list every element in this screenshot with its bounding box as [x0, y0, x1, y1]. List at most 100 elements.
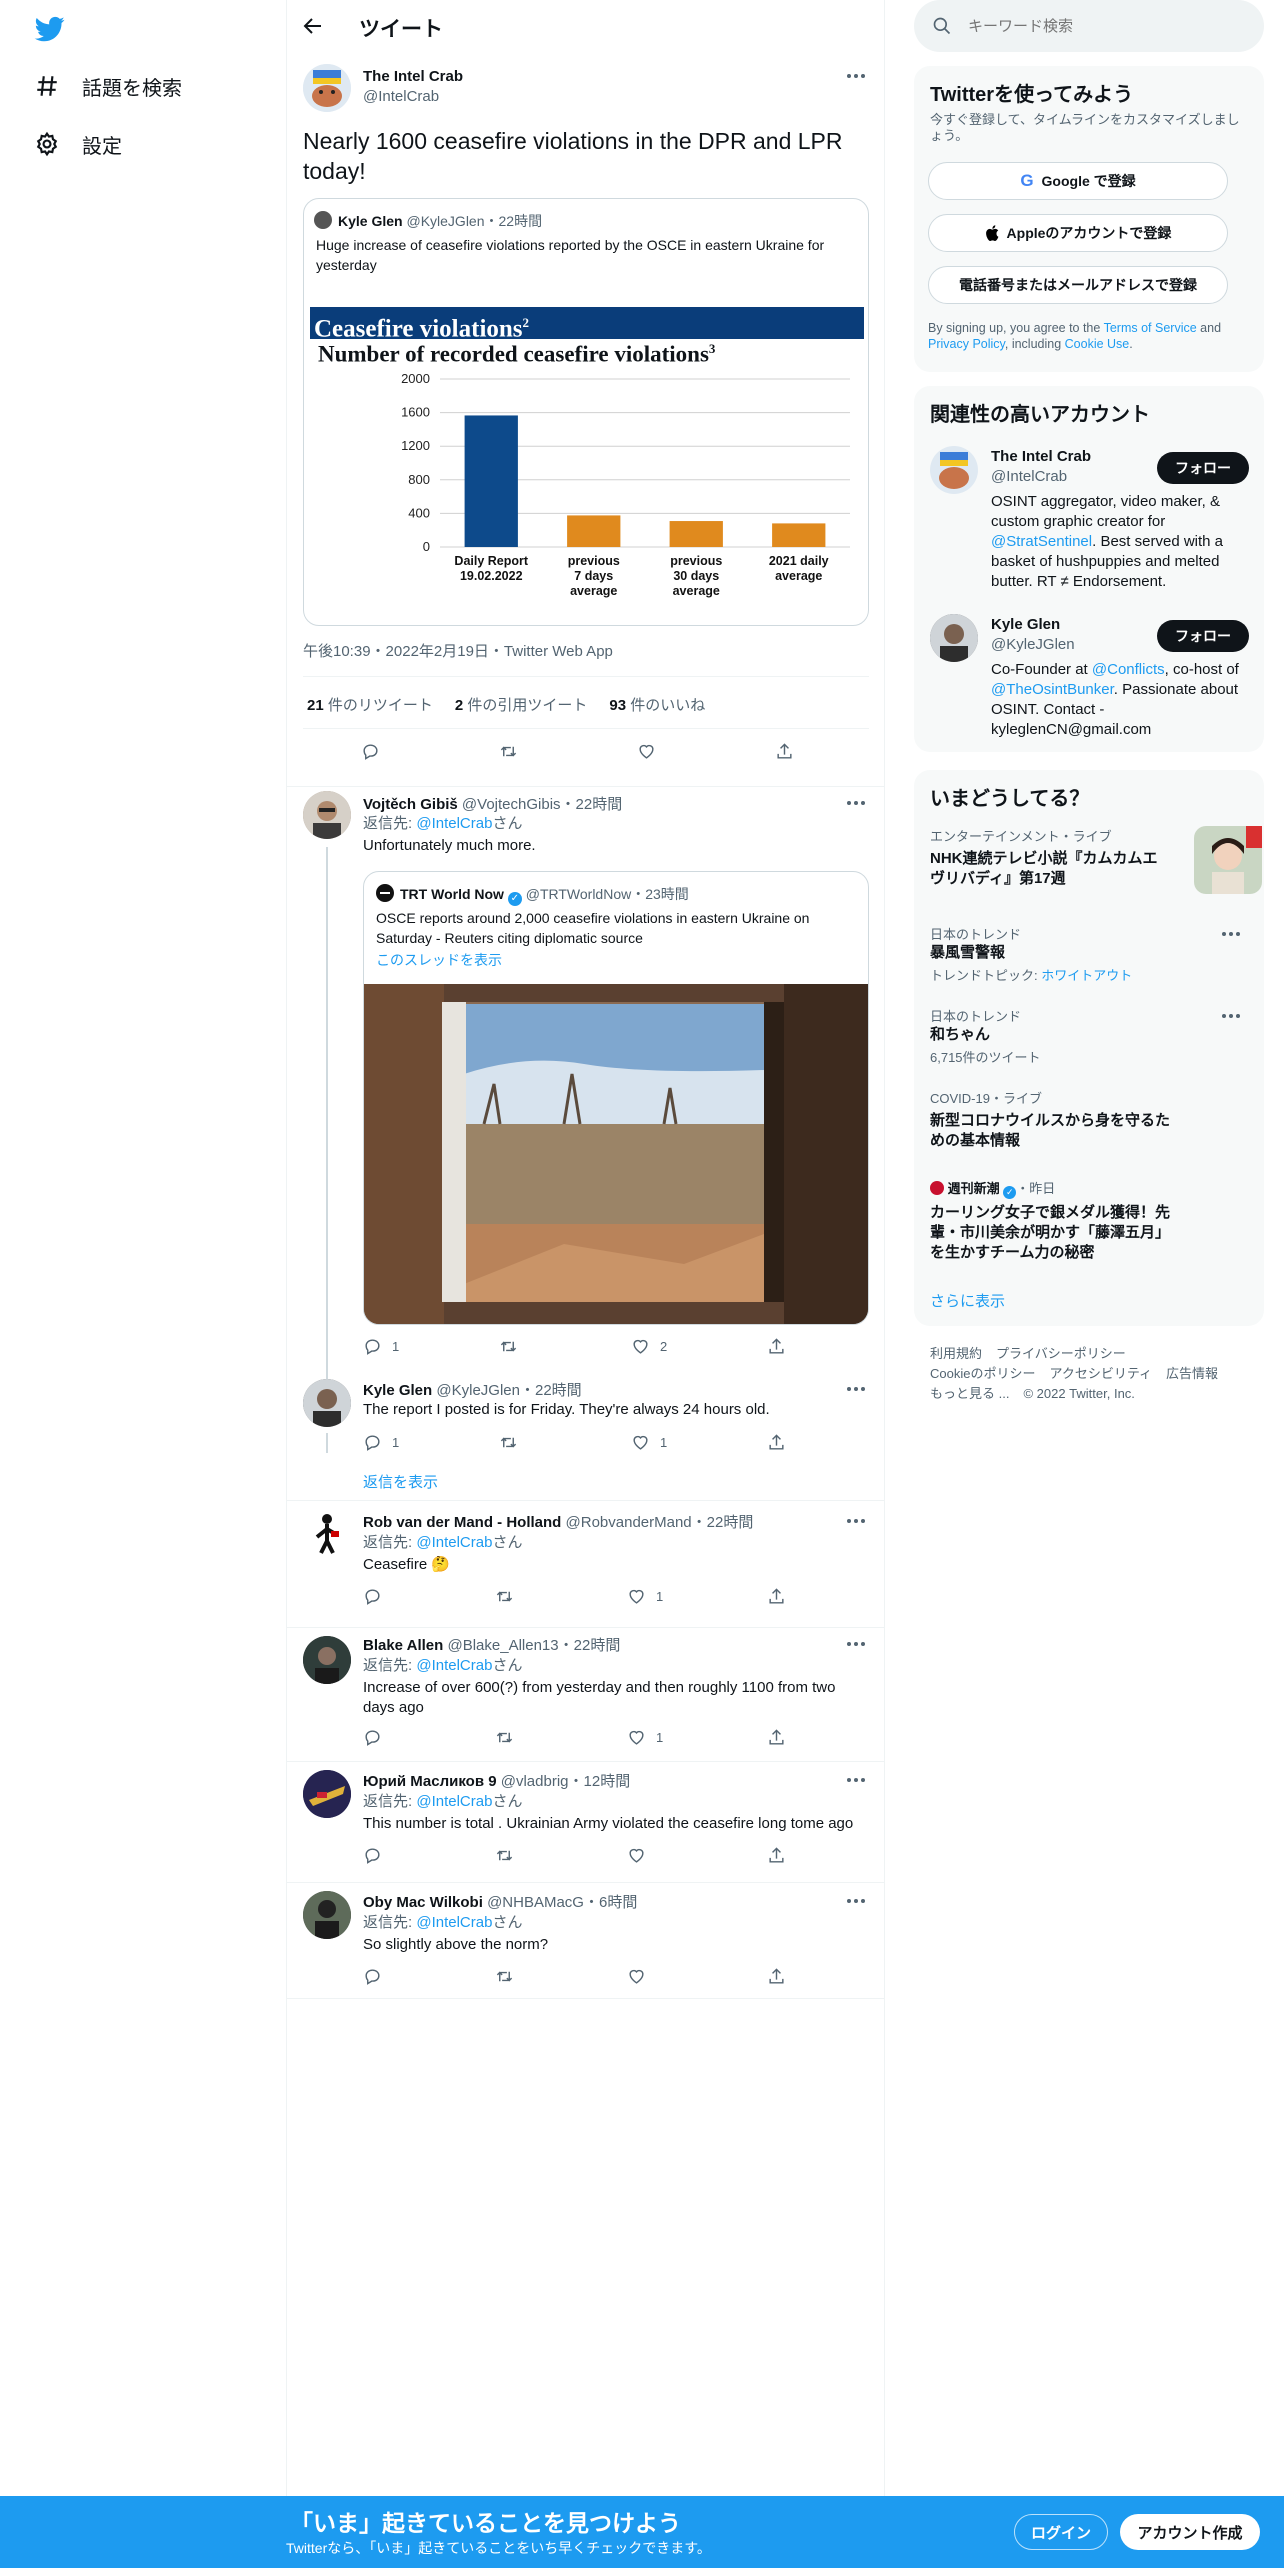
retweet-button[interactable]	[495, 1587, 524, 1606]
reply-button[interactable]	[361, 742, 380, 761]
like-button[interactable]: 1	[627, 1728, 663, 1747]
more-options-icon[interactable]	[847, 1519, 869, 1525]
avatar[interactable]	[303, 1891, 351, 1939]
more-options-icon[interactable]	[847, 74, 869, 80]
share-button[interactable]	[775, 742, 794, 761]
reply[interactable]: Oby Mac Wilkobi @NHBAMacG・6時間 返信先: @Inte…	[287, 1883, 884, 1999]
search-box[interactable]	[914, 0, 1264, 52]
embedded-tweet[interactable]: TRT World Now ✓ @TRTWorldNow・23時間 OSCE r…	[363, 871, 869, 1325]
author-name[interactable]: The Intel Crab	[363, 68, 463, 85]
share-button[interactable]	[767, 1587, 786, 1606]
avatar[interactable]	[930, 614, 978, 662]
reply[interactable]: Blake Allen @Blake_Allen13・22時間 返信先: @In…	[287, 1628, 884, 1762]
reply-author[interactable]: Kyle Glen @KyleJGlen・22時間	[363, 1379, 582, 1400]
more-options-icon[interactable]	[847, 1899, 869, 1905]
share-button[interactable]	[767, 1728, 786, 1747]
search-input[interactable]	[968, 14, 1248, 38]
trend-item[interactable]: エンターテインメント・ライブ NHK連続テレビ小説『カムカムエヴリバディ』第17…	[930, 826, 1262, 894]
retweet-button[interactable]	[499, 1433, 528, 1452]
reply-button[interactable]: 1	[363, 1337, 399, 1356]
mention-link[interactable]: @Conflicts	[1092, 661, 1165, 678]
more-options-icon[interactable]	[1222, 1014, 1244, 1020]
retweet-button[interactable]	[495, 1846, 524, 1865]
account-name[interactable]: Kyle Glen	[991, 616, 1060, 633]
nav-explore[interactable]: 話題を検索	[34, 66, 182, 106]
like-button[interactable]	[627, 1967, 656, 1986]
footer-link[interactable]: プライバシーポリシー	[996, 1346, 1126, 1361]
quoted-tweet[interactable]: Kyle Glen @KyleJGlen・22時間 Huge increase …	[303, 198, 869, 626]
share-button[interactable]	[767, 1337, 786, 1356]
share-button[interactable]	[767, 1433, 786, 1452]
avatar[interactable]	[303, 1379, 351, 1427]
follow-button[interactable]: フォロー	[1157, 620, 1249, 652]
nav-settings[interactable]: 設定	[34, 124, 122, 164]
footer-more[interactable]: もっと見る ...	[930, 1386, 1009, 1401]
quotes-stat[interactable]: 2 件の引用ツイート	[455, 694, 588, 715]
likes-stat[interactable]: 93 件のいいね	[609, 694, 705, 715]
mention-link[interactable]: @IntelCrab	[416, 1534, 492, 1551]
avatar[interactable]	[303, 791, 351, 839]
trend-item[interactable]: 日本のトレンド 和ちゃん 6,715件のツイート	[930, 1006, 1248, 1066]
login-button[interactable]: ログイン	[1014, 2514, 1108, 2550]
tos-link[interactable]: Terms of Service	[1104, 321, 1197, 335]
show-thread-link[interactable]: このスレッドを表示	[376, 950, 502, 970]
google-signup-button[interactable]: G Google で登録	[928, 162, 1228, 200]
more-options-icon[interactable]	[847, 1778, 869, 1784]
more-options-icon[interactable]	[847, 801, 869, 807]
trend-item[interactable]: 日本のトレンド 暴風雪警報 トレンドトピック: ホワイトアウト	[930, 924, 1248, 984]
reply-author[interactable]: Blake Allen @Blake_Allen13・22時間	[363, 1634, 620, 1655]
mention-link[interactable]: @IntelCrab	[416, 1914, 492, 1931]
reply-button[interactable]: 1	[363, 1433, 399, 1452]
reply-author[interactable]: Юрий Масликов 9 @vladbrig・12時間	[363, 1770, 630, 1791]
footer-link[interactable]: Cookieのポリシー	[930, 1366, 1035, 1381]
reply-button[interactable]	[363, 1587, 392, 1606]
more-options-icon[interactable]	[847, 1387, 869, 1393]
retweet-button[interactable]	[499, 742, 518, 761]
avatar[interactable]	[303, 64, 351, 112]
reply-author[interactable]: Vojtěch Gibiš @VojtechGibis・22時間	[363, 793, 622, 814]
like-button[interactable]: 1	[627, 1587, 663, 1606]
reply[interactable]: Юрий Масликов 9 @vladbrig・12時間 返信先: @Int…	[287, 1762, 884, 1883]
avatar[interactable]	[930, 446, 978, 494]
privacy-link[interactable]: Privacy Policy	[928, 337, 1005, 351]
retweet-button[interactable]	[499, 1337, 528, 1356]
phone-email-signup-button[interactable]: 電話番号またはメールアドレスで登録	[928, 266, 1228, 304]
follow-button[interactable]: フォロー	[1157, 452, 1249, 484]
account-handle[interactable]: @KyleJGlen	[991, 636, 1075, 653]
avatar[interactable]	[303, 1636, 351, 1684]
trend-item[interactable]: COVID-19・ライブ 新型コロナウイルスから身を守るための基本情報	[930, 1088, 1248, 1151]
like-button[interactable]	[627, 1846, 656, 1865]
retweet-button[interactable]	[495, 1967, 524, 1986]
reply-button[interactable]	[363, 1967, 392, 1986]
signup-button[interactable]: アカウント作成	[1120, 2514, 1260, 2550]
footer-link[interactable]: 広告情報	[1166, 1366, 1218, 1381]
like-button[interactable]	[637, 742, 656, 761]
avatar[interactable]	[303, 1770, 351, 1818]
mention-link[interactable]: @IntelCrab	[416, 815, 492, 832]
mention-link[interactable]: @IntelCrab	[416, 1657, 492, 1674]
apple-signup-button[interactable]: Appleのアカウントで登録	[928, 214, 1228, 252]
reply-button[interactable]	[363, 1846, 392, 1865]
trend-item[interactable]: 週刊新潮 ✓ ・昨日 カーリング女子で銀メダル獲得！先輩・市川美余が明かす「藤澤五…	[930, 1178, 1248, 1263]
reply-author[interactable]: Oby Mac Wilkobi @NHBAMacG・6時間	[363, 1891, 637, 1912]
reply[interactable]: Rob van der Mand - Holland @RobvanderMan…	[287, 1501, 884, 1628]
author-handle[interactable]: @IntelCrab	[363, 88, 439, 105]
account-name[interactable]: The Intel Crab	[991, 448, 1091, 465]
show-more-link[interactable]: さらに表示	[930, 1290, 1005, 1311]
back-arrow-icon[interactable]	[301, 14, 325, 38]
retweet-button[interactable]	[495, 1728, 524, 1747]
account-handle[interactable]: @IntelCrab	[991, 468, 1067, 485]
cookie-link[interactable]: Cookie Use	[1065, 337, 1130, 351]
like-button[interactable]: 2	[631, 1337, 667, 1356]
more-options-icon[interactable]	[847, 1642, 869, 1648]
share-button[interactable]	[767, 1846, 786, 1865]
retweets-stat[interactable]: 21 件のリツイート	[307, 694, 433, 715]
mention-link[interactable]: @IntelCrab	[416, 1793, 492, 1810]
footer-link[interactable]: アクセシビリティ	[1049, 1366, 1152, 1381]
like-button[interactable]: 1	[631, 1433, 667, 1452]
footer-link[interactable]: 利用規約	[930, 1346, 982, 1361]
mention-link[interactable]: @TheOsintBunker	[991, 681, 1114, 698]
more-options-icon[interactable]	[1222, 932, 1244, 938]
reply-button[interactable]	[363, 1728, 392, 1747]
show-replies-link[interactable]: 返信を表示	[363, 1471, 438, 1492]
